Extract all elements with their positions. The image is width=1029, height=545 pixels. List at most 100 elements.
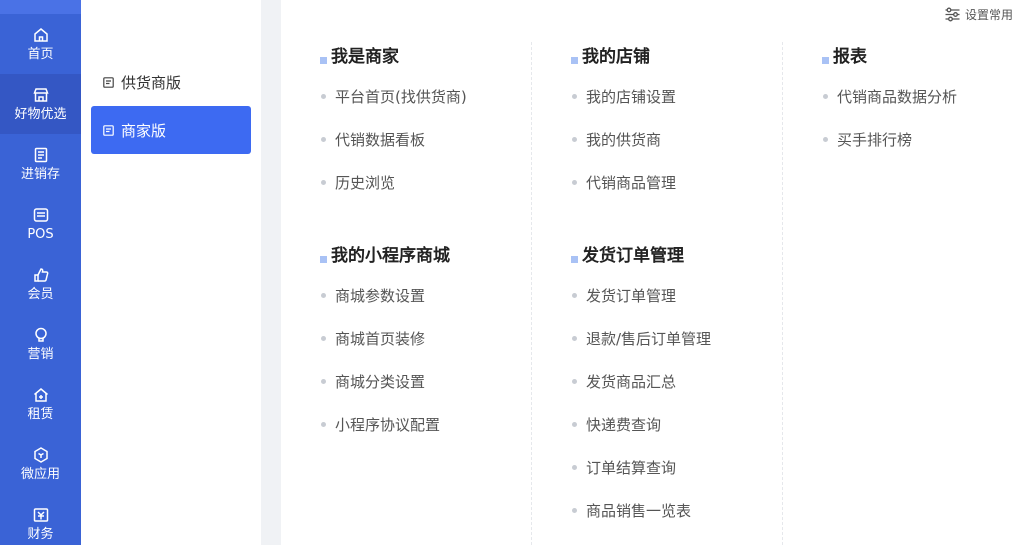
nav-member-label: 会员 [27,286,54,302]
bullet-dot [572,508,577,513]
menu-link-mall-categories[interactable]: 商城分类设置 [321,371,425,392]
nav-micro-app[interactable]: 微应用 [0,434,81,494]
bullet-dot [572,137,577,142]
panel-separator [261,0,281,545]
submenu-supplier-edition[interactable]: 供货商版 [91,58,251,106]
menu-link-consign-analysis[interactable]: 代销商品数据分析 [823,86,957,107]
document-icon [103,124,114,136]
menu-link-shipping-orders[interactable]: 发货订单管理 [572,285,676,306]
group-title-shipping-orders: 发货订单管理 [571,241,684,266]
title-marker [571,57,578,64]
menu-link-settlement-query[interactable]: 订单结算查询 [572,457,676,478]
member-icon [33,267,48,282]
nav-micro-app-label: 微应用 [20,466,60,482]
micro-app-icon [33,446,48,463]
nav-finance[interactable]: 财务 [0,494,81,545]
menu-link-label: 小程序协议配置 [335,416,441,434]
home-icon [33,27,48,42]
menu-link-shipped-summary[interactable]: 发货商品汇总 [572,371,676,392]
pos-icon [33,207,48,222]
document-icon [103,76,114,88]
main-nav-rail: 首页 好物优选 进销存 POS 会员 营销 租赁 微应用 财务 [0,0,81,545]
bullet-dot [572,94,577,99]
menu-link-label: 我的店铺设置 [586,88,677,106]
nav-marketing-label: 营销 [27,346,54,362]
menu-link-consign-products[interactable]: 代销商品管理 [572,172,676,193]
nav-pos-label: POS [27,226,54,242]
group-title-my-store: 我的店铺 [571,42,650,67]
menu-link-express-fee[interactable]: 快递费查询 [572,414,661,435]
column-divider [782,42,783,545]
menu-link-label: 代销数据看板 [335,131,426,149]
rail-top-strip [0,0,81,14]
menu-link-label: 订单结算查询 [586,459,677,477]
menu-link-sales-overview[interactable]: 商品销售一览表 [572,500,691,521]
menu-link-label: 商城参数设置 [335,287,426,305]
submenu-supplier-edition-label: 供货商版 [121,73,182,92]
menu-link-mini-program-agreement[interactable]: 小程序协议配置 [321,414,440,435]
bullet-dot [321,180,326,185]
nav-pos[interactable]: POS [0,194,81,254]
menu-link-label: 发货商品汇总 [586,373,677,391]
menu-link-label: 平台首页(找供货商) [335,88,467,106]
bullet-dot [572,422,577,427]
nav-home-label: 首页 [27,46,54,62]
menu-link-platform-home[interactable]: 平台首页(找供货商) [321,86,467,107]
group-title-text: 发货订单管理 [582,246,684,266]
nav-home[interactable]: 首页 [0,14,81,74]
menu-link-label: 商城首页装修 [335,330,426,348]
menu-link-buyer-ranking[interactable]: 买手排行榜 [823,129,912,150]
nav-lease-label: 租赁 [27,406,54,422]
bullet-dot [321,137,326,142]
menu-link-refund-orders[interactable]: 退款/售后订单管理 [572,328,711,349]
group-title-text: 我是商家 [331,47,399,67]
group-title-text: 报表 [833,47,867,67]
nav-inventory-label: 进销存 [20,166,60,182]
menu-link-my-suppliers[interactable]: 我的供货商 [572,129,661,150]
menu-link-mall-params[interactable]: 商城参数设置 [321,285,425,306]
menu-panel: 设置常用 我是商家 平台首页(找供货商) 代销数据看板 历史浏览 我的小程序商城… [281,0,1029,545]
group-title-text: 我的小程序商城 [331,246,450,266]
menu-link-label: 发货订单管理 [586,287,677,305]
set-favorites-label: 设置常用 [964,8,1013,22]
group-title-reports: 报表 [822,42,867,67]
nav-member[interactable]: 会员 [0,254,81,314]
submenu-merchant-edition[interactable]: 商家版 [91,106,251,154]
title-marker [571,256,578,263]
menu-link-browse-history[interactable]: 历史浏览 [321,172,395,193]
bullet-dot [572,336,577,341]
menu-link-store-settings[interactable]: 我的店铺设置 [572,86,676,107]
bullet-dot [321,336,326,341]
nav-marketing[interactable]: 营销 [0,314,81,374]
bullet-dot [572,293,577,298]
menu-link-label: 退款/售后订单管理 [586,330,712,348]
bullet-dot [572,465,577,470]
sliders-icon [945,7,960,22]
group-title-text: 我的店铺 [582,47,650,67]
bullet-dot [321,293,326,298]
menu-link-label: 商城分类设置 [335,373,426,391]
store-icon [32,87,49,102]
set-favorites-button[interactable]: 设置常用 [944,6,1013,23]
nav-inventory[interactable]: 进销存 [0,134,81,194]
group-title-i-am-merchant: 我是商家 [320,42,399,67]
nav-featured-goods[interactable]: 好物优选 [0,74,81,134]
menu-link-label: 历史浏览 [335,174,396,192]
finance-icon [33,507,48,522]
menu-link-mall-home-decor[interactable]: 商城首页装修 [321,328,425,349]
menu-link-label: 代销商品数据分析 [837,88,958,106]
bullet-dot [321,94,326,99]
menu-link-label: 快递费查询 [586,416,662,434]
secondary-menu: 供货商版 商家版 [81,0,261,545]
bullet-dot [321,422,326,427]
bullet-dot [823,137,828,142]
menu-link-label: 买手排行榜 [837,131,913,149]
title-marker [822,57,829,64]
menu-link-consign-dashboard[interactable]: 代销数据看板 [321,129,425,150]
marketing-icon [34,327,47,342]
title-marker [320,256,327,263]
nav-lease[interactable]: 租赁 [0,374,81,434]
nav-finance-label: 财务 [27,526,54,542]
bullet-dot [321,379,326,384]
menu-link-label: 代销商品管理 [586,174,677,192]
